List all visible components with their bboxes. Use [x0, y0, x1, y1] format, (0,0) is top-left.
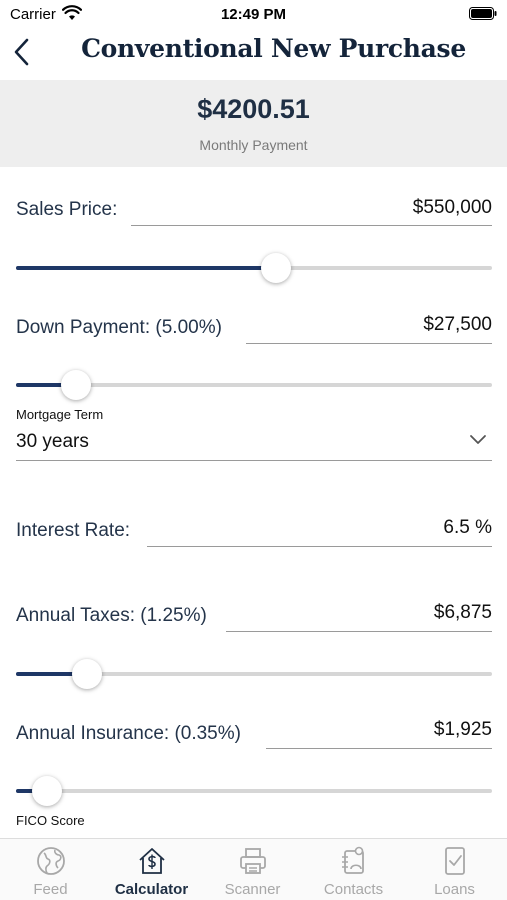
interest-rate-label: Interest Rate: [16, 520, 131, 541]
tab-loans[interactable]: Loans [404, 839, 505, 900]
page-title: Conventional New Purchase [81, 34, 466, 63]
sales-price-input[interactable]: $550,000 [413, 197, 492, 219]
interest-rate-underline [147, 546, 492, 547]
globe-icon [37, 847, 65, 875]
tab-feed[interactable]: Feed [0, 839, 101, 900]
chevron-down-icon[interactable] [469, 434, 487, 446]
sales-price-slider-fill [16, 266, 277, 270]
tab-scanner-label: Scanner [224, 881, 281, 898]
down-payment-slider-thumb[interactable] [60, 370, 91, 400]
document-check-icon [445, 847, 465, 875]
annual-taxes-label: Annual Taxes: (1.25%) [16, 605, 207, 626]
tab-bar: Feed Calculator Scanner Contacts Loans [0, 838, 507, 900]
nav-bar: Conventional New Purchase [0, 28, 507, 78]
annual-taxes-underline [226, 631, 492, 632]
annual-insurance-input[interactable]: $1,925 [434, 719, 492, 741]
tab-calculator[interactable]: Calculator [101, 839, 202, 900]
fico-score-label: FICO Score [16, 813, 85, 828]
battery-icon [469, 7, 497, 20]
clock: 12:49 PM [220, 6, 287, 23]
annual-insurance-slider[interactable] [16, 776, 492, 806]
monthly-payment-label: Monthly Payment [199, 137, 308, 153]
payment-summary: $4200.51 Monthly Payment [0, 80, 507, 167]
tab-loans-label: Loans [434, 881, 475, 898]
contacts-icon [342, 846, 364, 874]
sales-price-underline [131, 225, 492, 226]
annual-insurance-label: Annual Insurance: (0.35%) [16, 723, 241, 744]
mortgage-term-label: Mortgage Term [16, 407, 104, 422]
tab-scanner[interactable]: Scanner [202, 839, 303, 900]
tab-feed-label: Feed [33, 881, 68, 898]
annual-insurance-underline [266, 748, 492, 749]
mortgage-term-select[interactable]: 30 years [16, 431, 89, 453]
tab-contacts[interactable]: Contacts [303, 839, 404, 900]
down-payment-slider[interactable] [16, 370, 492, 400]
down-payment-input[interactable]: $27,500 [423, 314, 492, 336]
status-bar: Carrier 12:49 PM [0, 0, 507, 28]
sales-price-slider[interactable] [16, 253, 492, 283]
sales-price-slider-thumb[interactable] [261, 253, 292, 283]
annual-insurance-slider-thumb[interactable] [31, 776, 62, 806]
back-chevron-icon[interactable] [8, 34, 36, 70]
tab-calculator-label: Calculator [114, 881, 189, 898]
interest-rate-input[interactable]: 6.5 % [443, 517, 492, 539]
annual-taxes-slider[interactable] [16, 659, 492, 689]
annual-taxes-input[interactable]: $6,875 [434, 602, 492, 624]
down-payment-label: Down Payment: (5.00%) [16, 317, 222, 338]
monthly-payment-amount: $4200.51 [197, 94, 310, 124]
house-dollar-icon [139, 848, 165, 874]
down-payment-underline [246, 343, 492, 344]
sales-price-label: Sales Price: [16, 199, 118, 220]
mortgage-term-underline [16, 460, 492, 461]
tab-contacts-label: Contacts [323, 881, 384, 898]
printer-icon [240, 848, 266, 874]
annual-taxes-slider-thumb[interactable] [71, 659, 102, 689]
